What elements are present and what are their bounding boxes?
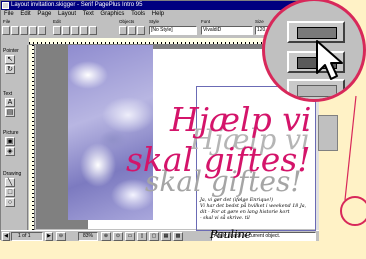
app-icon[interactable]	[2, 2, 9, 9]
pointer-tool-icon[interactable]: ↖	[5, 55, 15, 64]
zoom-out-icon[interactable]: ⊖	[56, 232, 66, 241]
arrow-cursor-icon	[316, 40, 343, 80]
view-single-icon[interactable]: ▭	[125, 232, 135, 241]
print-icon[interactable]	[29, 26, 37, 35]
window-title: Layout invitation.skigger - Serif PagePl…	[11, 2, 143, 8]
bring-front-icon[interactable]	[119, 26, 127, 35]
label-style: Style	[149, 19, 160, 24]
tool-palette: Pointer ↖ ↻ Text A ▤ Picture ▣ ◈ Drawing…	[1, 45, 28, 235]
preview-icon[interactable]	[38, 26, 46, 35]
label-objects: Objects	[119, 19, 135, 24]
magnified-content	[265, 1, 363, 99]
magnified-shade-callout	[262, 0, 366, 102]
zoom-level[interactable]: 83%	[78, 232, 98, 241]
invitation-body-text[interactable]: Ja, vi gør det (ifølge Enrique!) Vi har …	[200, 198, 310, 222]
signature-text: Pauline	[210, 228, 252, 241]
zoom-page-icon[interactable]: ⊙	[113, 232, 123, 241]
view-spread-icon[interactable]: ▯	[137, 232, 147, 241]
import-picture-icon[interactable]: ▣	[5, 137, 15, 146]
text-tool-icon[interactable]: A	[5, 98, 15, 107]
title-line2[interactable]: skal giftes!	[126, 140, 311, 179]
side-panel-fragment	[318, 115, 338, 151]
page-indicator: 1 of 1	[11, 232, 43, 241]
callout-line	[344, 95, 357, 201]
label-edit: Edit	[53, 19, 61, 24]
oval-tool-icon[interactable]: ○	[5, 198, 15, 207]
save-icon[interactable]	[20, 26, 28, 35]
menu-tools[interactable]: Tools	[131, 11, 145, 17]
menu-file[interactable]: File	[4, 11, 14, 17]
new-file-icon[interactable]	[2, 26, 10, 35]
redo-icon[interactable]	[89, 26, 97, 35]
paste-icon[interactable]	[71, 26, 79, 35]
marble-background-image[interactable]	[68, 45, 153, 220]
view-thumb-icon[interactable]: ▦	[161, 232, 171, 241]
prev-page-icon[interactable]: ◀	[2, 232, 10, 241]
menu-edit[interactable]: Edit	[20, 11, 30, 17]
shade-swatch-icon	[297, 27, 337, 39]
palette-label-text: Text	[3, 91, 13, 97]
help-icon[interactable]: ▩	[173, 232, 183, 241]
cut-icon[interactable]	[53, 26, 61, 35]
menu-text[interactable]: Text	[83, 11, 94, 17]
menu-page[interactable]: Page	[37, 11, 51, 17]
send-back-icon[interactable]	[128, 26, 136, 35]
label-file: File	[3, 19, 11, 24]
copy-icon[interactable]	[62, 26, 70, 35]
shade-off-button[interactable]	[287, 79, 345, 99]
label-font: Font	[201, 19, 211, 24]
screenshot-stage: Layout invitation.skigger - Serif PagePl…	[0, 0, 366, 259]
box-tool-icon[interactable]: □	[5, 188, 15, 197]
menu-help[interactable]: Help	[152, 11, 164, 17]
open-file-icon[interactable]	[11, 26, 19, 35]
body-line: - skal vi så skrive. til	[200, 216, 250, 221]
palette-label-picture: Picture	[3, 130, 19, 136]
picture-frame-icon[interactable]: ◈	[5, 147, 15, 156]
menu-graphics[interactable]: Graphics	[100, 11, 124, 17]
menu-layout[interactable]: Layout	[58, 11, 76, 17]
style-select[interactable]: [No Style]	[149, 26, 197, 35]
status-bar: ◀ 1 of 1 ▶ ⊖ 83% ⊕ ⊙ ▭ ▯ ▢ ▦ ▩ Apply sha…	[1, 230, 319, 241]
palette-label-pointer: Pointer	[3, 48, 19, 54]
shade-icon[interactable]	[137, 26, 145, 35]
label-size: Size	[255, 19, 264, 24]
undo-icon[interactable]	[80, 26, 88, 35]
font-select[interactable]: VivaldiD	[201, 26, 253, 35]
title-line1[interactable]: Hjælp vi	[170, 100, 311, 139]
palette-label-drawing: Drawing	[3, 171, 22, 177]
rotate-tool-icon[interactable]: ↻	[5, 65, 15, 74]
next-page-icon[interactable]: ▶	[45, 232, 53, 241]
vertical-ruler[interactable]	[29, 45, 35, 230]
view-full-icon[interactable]: ▢	[149, 232, 159, 241]
frame-text-icon[interactable]: ▤	[5, 108, 15, 117]
line-tool-icon[interactable]: ╲	[5, 178, 15, 187]
plain-swatch-icon	[297, 85, 337, 97]
zoom-in-icon[interactable]: ⊕	[101, 232, 111, 241]
callout-small-circle	[340, 196, 366, 226]
